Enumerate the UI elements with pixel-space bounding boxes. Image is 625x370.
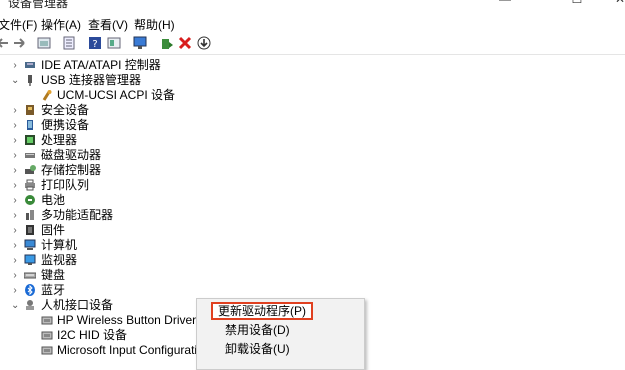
tree-item-label: 打印队列 — [41, 178, 90, 192]
chevron-right-icon[interactable]: › — [11, 253, 19, 268]
hid-device-icon — [41, 316, 53, 325]
menu-action[interactable]: 操作(A) — [41, 16, 81, 33]
tree-item-printer[interactable]: › 打印队列 — [0, 178, 625, 193]
tree-item-label: 多功能适配器 — [41, 208, 114, 222]
tree-item-computer[interactable]: › 计算机 — [0, 238, 625, 253]
tree-item-security[interactable]: › 安全设备 — [0, 103, 625, 118]
chevron-right-icon[interactable]: › — [11, 193, 19, 208]
context-disable-device[interactable]: 禁用设备(D) — [221, 321, 294, 339]
tree-item-label: 安全设备 — [41, 103, 90, 117]
tree-item-storage[interactable]: › 存储控制器 — [0, 163, 625, 178]
chevron-down-icon[interactable]: ⌄ — [11, 298, 19, 313]
disk-drive-icon — [25, 153, 35, 158]
tree-item-label: IDE ATA/ATAPI 控制器 — [41, 58, 161, 72]
tree-item-label: I2C HID 设备 — [57, 328, 128, 342]
chevron-right-icon[interactable]: › — [11, 163, 19, 178]
svg-text:?: ? — [92, 39, 97, 50]
hid-icon — [26, 300, 34, 310]
tree-item-label: 电池 — [41, 193, 66, 207]
tree-item-firmware[interactable]: › 固件 — [0, 223, 625, 238]
chevron-right-icon[interactable]: › — [11, 238, 19, 253]
tree-item-label: UCM-UCSI ACPI 设备 — [57, 88, 176, 102]
help-icon[interactable]: ? — [88, 36, 102, 50]
window-title: 设备管理器 — [8, 0, 69, 10]
forward-arrow-icon[interactable] — [12, 36, 26, 50]
tree-item-portable[interactable]: › 便携设备 — [0, 118, 625, 133]
menu-file[interactable]: 文件(F) — [0, 16, 37, 33]
firmware-icon — [26, 225, 34, 235]
chevron-right-icon[interactable]: › — [11, 133, 19, 148]
chevron-right-icon[interactable]: › — [11, 268, 19, 283]
device-list-icon[interactable] — [62, 36, 76, 50]
uninstall-icon[interactable] — [178, 36, 192, 50]
title-bar: 设备管理器 — ☐ ✕ — [0, 0, 625, 12]
battery-icon — [25, 195, 35, 205]
properties-icon[interactable] — [37, 36, 51, 50]
tree-item-usb-connector[interactable]: ⌄ USB 连接器管理器 — [0, 73, 625, 88]
context-menu: 更新驱动程序(P) 禁用设备(D) 卸载设备(U) — [196, 298, 365, 370]
multifunction-adapter-icon — [26, 210, 34, 220]
tree-item-label: 固件 — [41, 223, 66, 237]
tree-item-label: 处理器 — [41, 133, 78, 147]
details-icon[interactable] — [107, 36, 121, 50]
context-uninstall-device[interactable]: 卸载设备(U) — [221, 340, 294, 358]
ide-controller-icon — [25, 62, 35, 68]
chevron-down-icon[interactable]: ⌄ — [11, 73, 19, 88]
download-icon[interactable] — [197, 36, 211, 50]
processor-icon — [25, 135, 35, 145]
tree-item-label: HP Wireless Button Driver — [57, 313, 197, 327]
maximize-button[interactable]: ☐ — [554, 0, 600, 10]
chevron-right-icon[interactable]: › — [11, 178, 19, 193]
tree-item-battery[interactable]: › 电池 — [0, 193, 625, 208]
printer-icon — [25, 179, 35, 191]
bluetooth-icon — [25, 284, 35, 296]
keyboard-icon — [24, 272, 36, 279]
storage-controller-icon — [25, 165, 36, 174]
tree-item-label: USB 连接器管理器 — [41, 73, 142, 87]
tree-item-keyboard[interactable]: › 键盘 — [0, 268, 625, 283]
tree-item-label: 计算机 — [41, 238, 78, 252]
toolbar: ? — [0, 34, 625, 55]
monitor-icon[interactable] — [133, 36, 147, 50]
monitor-icon — [24, 254, 36, 265]
back-arrow-icon[interactable] — [0, 36, 10, 50]
portable-device-icon — [27, 120, 33, 130]
tree-item-label: 磁盘驱动器 — [41, 148, 102, 162]
tree-item-label: 便携设备 — [41, 118, 90, 132]
menu-bar: 文件(F) 操作(A) 查看(V) 帮助(H) — [0, 14, 625, 34]
security-device-icon — [26, 105, 34, 115]
chevron-right-icon[interactable]: › — [11, 103, 19, 118]
tree-item-ide[interactable]: › IDE ATA/ATAPI 控制器 — [0, 58, 625, 73]
tree-item-multifunction[interactable]: › 多功能适配器 — [0, 208, 625, 223]
chevron-right-icon[interactable]: › — [11, 208, 19, 223]
tree-item-label: 监视器 — [41, 253, 78, 267]
tree-item-monitor[interactable]: › 监视器 — [0, 253, 625, 268]
usb-device-icon — [42, 90, 52, 101]
tree-item-label: 蓝牙 — [41, 283, 66, 297]
tree-item-ucm-ucsi[interactable]: UCM-UCSI ACPI 设备 — [0, 88, 625, 103]
tree-item-label: 键盘 — [41, 268, 66, 282]
chevron-right-icon[interactable]: › — [11, 283, 19, 298]
chevron-right-icon[interactable]: › — [11, 118, 19, 133]
menu-view[interactable]: 查看(V) — [88, 16, 128, 33]
chevron-right-icon[interactable]: › — [11, 223, 19, 238]
menu-help[interactable]: 帮助(H) — [134, 16, 175, 33]
usb-connector-icon — [28, 75, 32, 86]
tree-item-bluetooth[interactable]: › 蓝牙 — [0, 283, 625, 298]
tree-item-disk[interactable]: › 磁盘驱动器 — [0, 148, 625, 163]
hid-device-icon — [41, 346, 53, 355]
computer-icon — [24, 239, 36, 250]
tree-item-label: 人机接口设备 — [41, 298, 114, 312]
chevron-right-icon[interactable]: › — [11, 148, 19, 163]
hid-device-icon — [41, 331, 53, 340]
context-update-driver[interactable]: 更新驱动程序(P) — [211, 302, 313, 320]
minimize-button[interactable]: — — [482, 0, 528, 10]
tree-item-label: 存储控制器 — [41, 163, 102, 177]
chevron-right-icon[interactable]: › — [11, 58, 19, 73]
update-driver-icon[interactable] — [160, 36, 174, 50]
close-button[interactable]: ✕ — [597, 0, 625, 10]
tree-item-processor[interactable]: › 处理器 — [0, 133, 625, 148]
